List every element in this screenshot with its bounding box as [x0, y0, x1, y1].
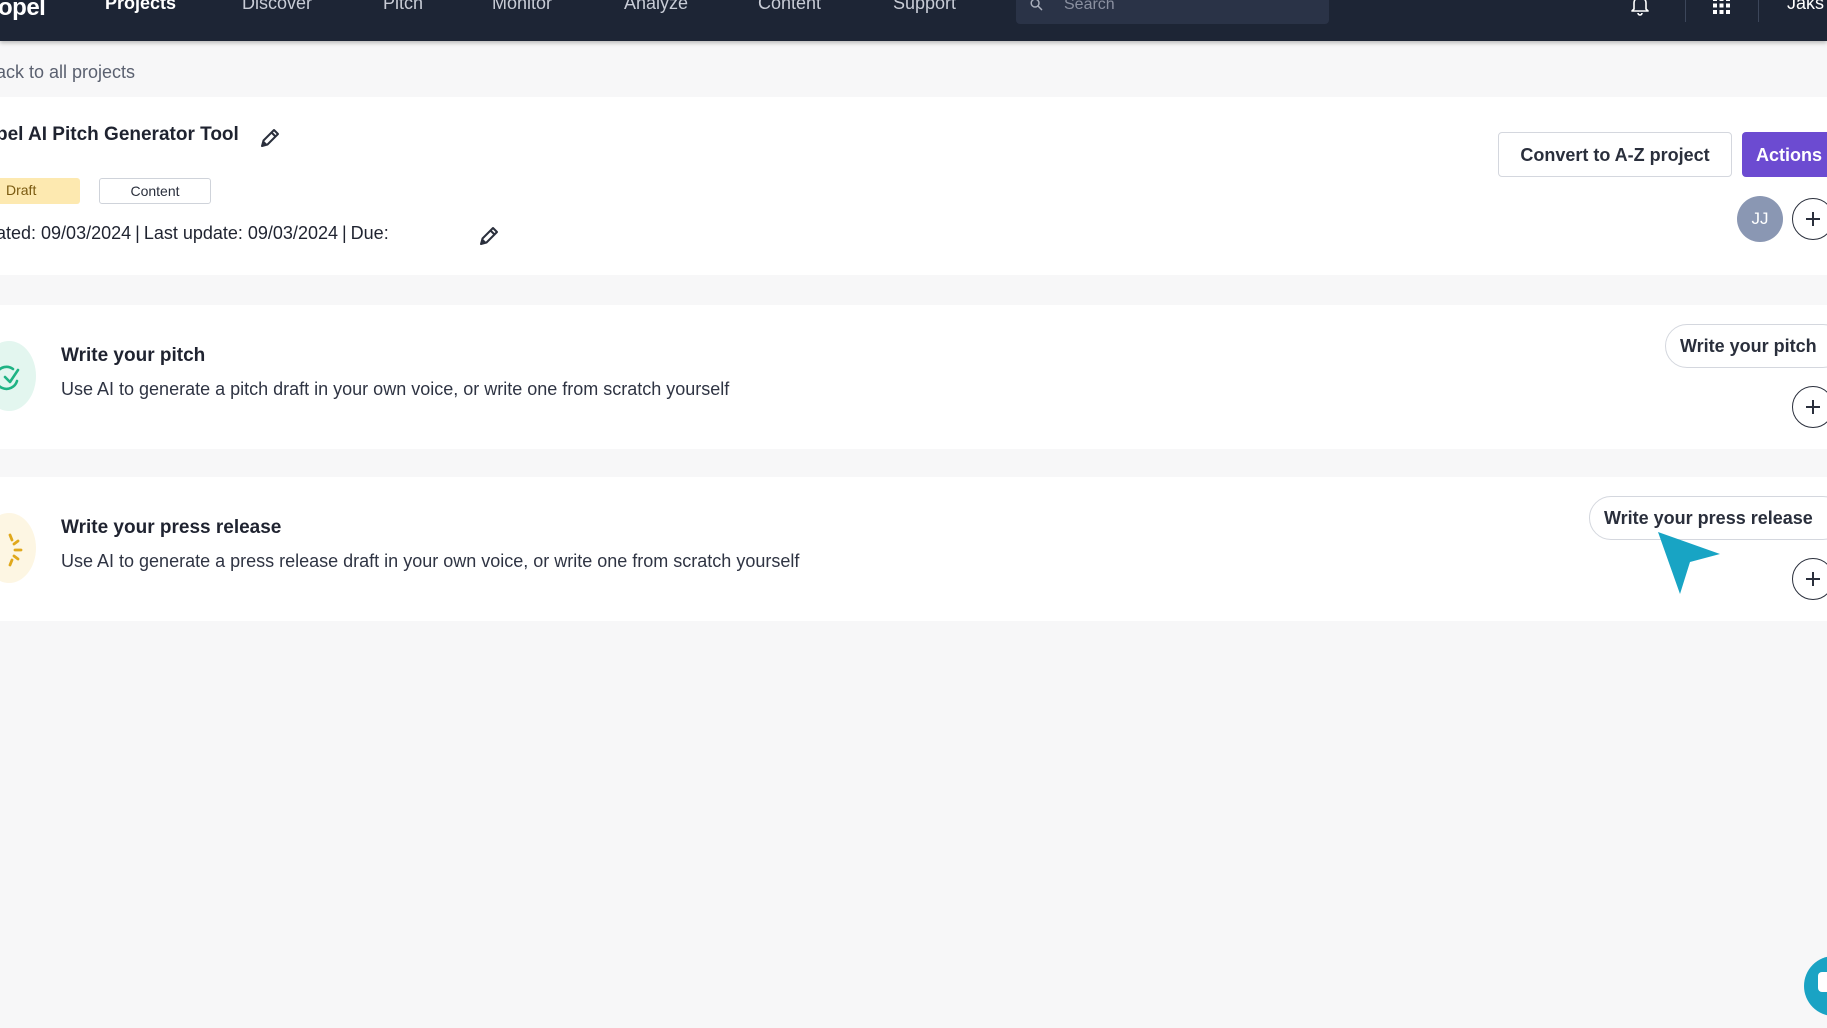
project-header-card: pel AI Pitch Generator Tool Draft Conten… — [0, 97, 1827, 275]
chat-widget-button[interactable] — [1804, 956, 1827, 1016]
search-box — [1016, 0, 1329, 24]
nav-item-projects[interactable]: Projects — [105, 0, 176, 14]
nav-item-content[interactable]: Content — [758, 0, 821, 14]
add-press-release-button[interactable] — [1792, 558, 1827, 600]
chat-bubble-icon — [1818, 972, 1827, 992]
task-title: Write your pitch — [61, 345, 206, 366]
nav-item-discover[interactable]: Discover — [242, 0, 312, 14]
nav-divider — [1685, 0, 1686, 22]
add-member-button[interactable] — [1792, 198, 1827, 240]
type-badge: Content — [99, 178, 211, 204]
status-badge: Draft — [0, 178, 80, 204]
avatar[interactable]: JJ — [1737, 196, 1783, 242]
nav-item-pitch[interactable]: Pitch — [383, 0, 423, 14]
write-pitch-button[interactable]: Write your pitch — [1665, 324, 1827, 368]
updated-date: Last update: 09/03/2024 — [143, 223, 338, 243]
check-circle-icon — [0, 365, 20, 391]
task-icon-badge — [0, 341, 36, 411]
back-to-projects-link[interactable]: ack to all projects — [0, 62, 135, 83]
edit-title-pencil-icon[interactable] — [259, 127, 281, 149]
task-card-press-release: Write your press release Use AI to gener… — [0, 477, 1827, 621]
actions-button[interactable]: Actions — [1742, 132, 1827, 177]
project-dates: ated: 09/03/2024 | Last update: 09/03/2024… — [0, 223, 389, 244]
bell-icon[interactable] — [1631, 0, 1649, 16]
edit-due-date-pencil-icon[interactable] — [478, 225, 500, 247]
brand-logo[interactable]: opel — [0, 0, 46, 22]
user-menu[interactable]: Jaks — [1787, 0, 1824, 14]
nav-item-monitor[interactable]: Monitor — [492, 0, 552, 14]
nav-item-analyze[interactable]: Analyze — [624, 0, 688, 14]
write-press-release-button[interactable]: Write your press release — [1589, 496, 1827, 540]
project-title: pel AI Pitch Generator Tool — [0, 124, 239, 145]
search-icon — [1030, 0, 1043, 11]
loading-spinner-icon — [8, 533, 23, 567]
task-card-pitch: Write your pitch Use AI to generate a pi… — [0, 305, 1827, 449]
task-icon-badge — [0, 513, 36, 583]
apps-grid-icon[interactable] — [1713, 0, 1730, 14]
top-nav-bar: opel Projects Discover Pitch Monitor Ana… — [0, 0, 1827, 41]
nav-divider — [1758, 0, 1759, 22]
task-title: Write your press release — [61, 517, 282, 538]
nav-item-support[interactable]: Support — [893, 0, 956, 14]
task-description: Use AI to generate a press release draft… — [61, 551, 800, 571]
task-description: Use AI to generate a pitch draft in your… — [61, 379, 730, 399]
created-date: ated: 09/03/2024 — [0, 223, 132, 243]
add-pitch-button[interactable] — [1792, 386, 1827, 428]
search-input[interactable] — [1062, 0, 1317, 16]
convert-to-az-project-button[interactable]: Convert to A-Z project — [1498, 132, 1732, 177]
due-date-label: Due: — [350, 223, 389, 243]
